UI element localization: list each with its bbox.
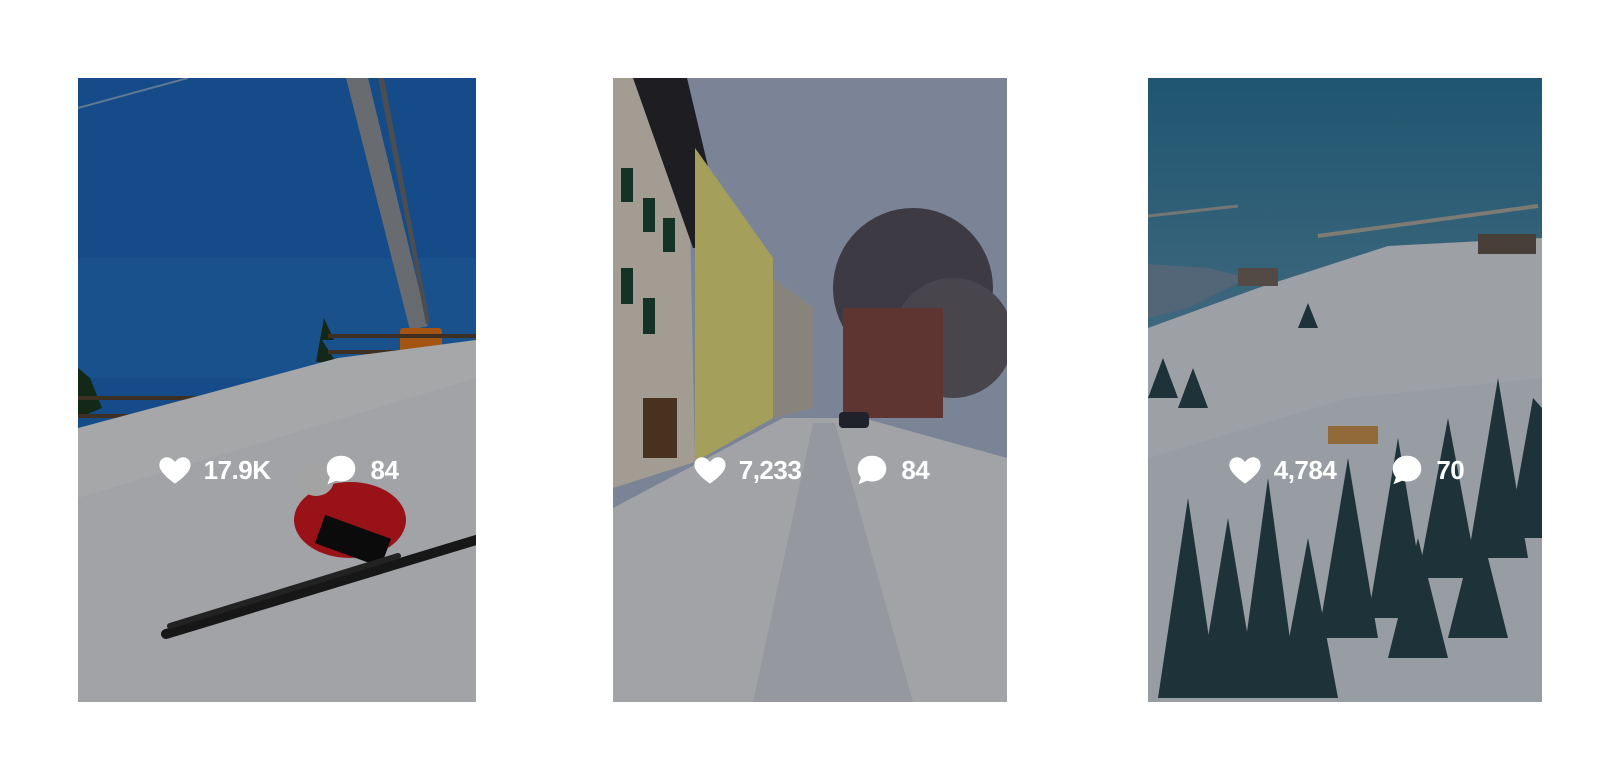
hover-overlay <box>78 78 476 702</box>
post-stats: 7,233 84 <box>613 452 1007 488</box>
likes-stat: 17.9K <box>156 452 271 488</box>
post-thumbnail-2[interactable]: 7,233 84 <box>613 78 1007 702</box>
post-thumbnail-3[interactable]: 4,784 70 <box>1148 78 1542 702</box>
comments-stat: 84 <box>853 452 930 488</box>
hover-overlay <box>1148 78 1542 702</box>
comment-bubble-icon <box>853 452 891 488</box>
comments-stat: 84 <box>322 452 399 488</box>
hover-overlay <box>613 78 1007 702</box>
comments-count: 84 <box>901 454 930 485</box>
likes-count: 17.9K <box>203 454 271 485</box>
post-thumbnail-1[interactable]: 17.9K 84 <box>78 78 476 702</box>
heart-icon <box>156 452 194 488</box>
heart-icon <box>1226 452 1264 488</box>
post-stats: 4,784 70 <box>1148 452 1542 488</box>
comments-count: 84 <box>370 454 399 485</box>
heart-icon <box>691 452 729 488</box>
likes-count: 4,784 <box>1273 454 1337 485</box>
likes-stat: 4,784 <box>1226 452 1337 488</box>
post-stats: 17.9K 84 <box>78 452 476 488</box>
likes-stat: 7,233 <box>691 452 802 488</box>
likes-count: 7,233 <box>738 454 802 485</box>
comments-stat: 70 <box>1388 452 1465 488</box>
comments-count: 70 <box>1436 454 1465 485</box>
comment-bubble-icon <box>322 452 360 488</box>
comment-bubble-icon <box>1388 452 1426 488</box>
